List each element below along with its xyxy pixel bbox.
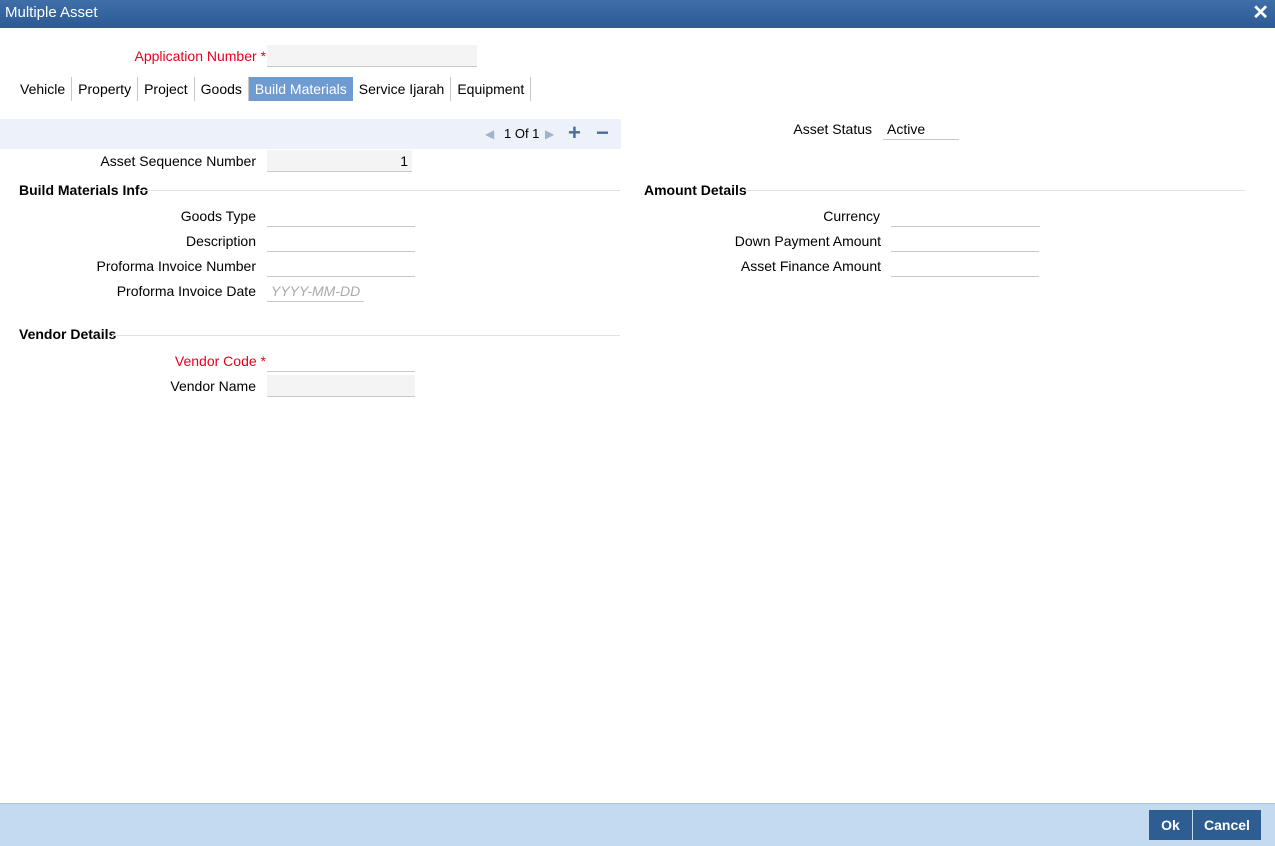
record-count: 1 Of 1 xyxy=(504,126,540,141)
remove-record-icon[interactable]: − xyxy=(596,121,609,145)
cancel-button[interactable]: Cancel xyxy=(1193,810,1261,840)
vendor-code-field[interactable] xyxy=(267,350,415,372)
window-title: Multiple Asset xyxy=(5,4,98,21)
tab-service-ijarah[interactable]: Service Ijarah xyxy=(353,77,452,101)
asset-finance-amount-field[interactable] xyxy=(891,255,1039,277)
currency-field[interactable] xyxy=(891,205,1040,227)
tab-property[interactable]: Property xyxy=(72,77,139,101)
build-materials-info-heading: Build Materials Info xyxy=(19,182,149,198)
asset-sequence-label: Asset Sequence Number xyxy=(100,153,256,169)
window-title-bar: Multiple Asset ✕ xyxy=(0,0,1275,28)
goods-type-field[interactable] xyxy=(267,205,415,227)
proforma-invoice-number-field[interactable] xyxy=(267,255,415,277)
record-navigator: ◀ 1 Of 1 ▶ + − xyxy=(0,119,621,149)
goods-type-label: Goods Type xyxy=(180,208,256,224)
tab-project[interactable]: Project xyxy=(138,77,195,101)
description-field[interactable] xyxy=(267,230,415,252)
ok-button[interactable]: Ok xyxy=(1149,810,1192,840)
asset-sequence-field[interactable] xyxy=(267,150,412,172)
amount-details-heading: Amount Details xyxy=(644,182,747,198)
section-divider xyxy=(742,190,1245,191)
proforma-invoice-date-field[interactable] xyxy=(267,280,364,302)
tab-equipment[interactable]: Equipment xyxy=(451,77,532,101)
application-number-label: Application Number * xyxy=(134,48,266,64)
vendor-name-field[interactable] xyxy=(267,375,415,397)
asset-status-label: Asset Status xyxy=(793,121,872,137)
tab-goods[interactable]: Goods xyxy=(195,77,249,101)
section-divider xyxy=(112,335,620,336)
vendor-details-heading: Vendor Details xyxy=(19,326,117,342)
currency-label: Currency xyxy=(823,208,880,224)
asset-finance-amount-label: Asset Finance Amount xyxy=(740,258,881,274)
asset-type-tabs: Vehicle Property Project Goods Build Mat… xyxy=(14,77,532,101)
footer-bar: Ok Cancel xyxy=(0,803,1275,846)
previous-record-icon[interactable]: ◀ xyxy=(485,127,494,141)
add-record-icon[interactable]: + xyxy=(568,121,581,145)
asset-status-field[interactable] xyxy=(883,118,959,140)
tab-build-materials[interactable]: Build Materials xyxy=(248,77,353,101)
proforma-invoice-number-label: Proforma Invoice Number xyxy=(96,258,256,274)
tab-vehicle[interactable]: Vehicle xyxy=(14,77,73,101)
vendor-name-label: Vendor Name xyxy=(170,378,256,394)
next-record-icon[interactable]: ▶ xyxy=(545,127,554,141)
application-number-field[interactable] xyxy=(267,45,477,67)
vendor-code-label: Vendor Code * xyxy=(174,353,266,369)
section-divider xyxy=(140,190,620,191)
down-payment-amount-field[interactable] xyxy=(891,230,1039,252)
description-label: Description xyxy=(185,233,256,249)
close-icon[interactable]: ✕ xyxy=(1252,2,1269,24)
down-payment-amount-label: Down Payment Amount xyxy=(734,233,881,249)
proforma-invoice-date-label: Proforma Invoice Date xyxy=(116,283,256,299)
